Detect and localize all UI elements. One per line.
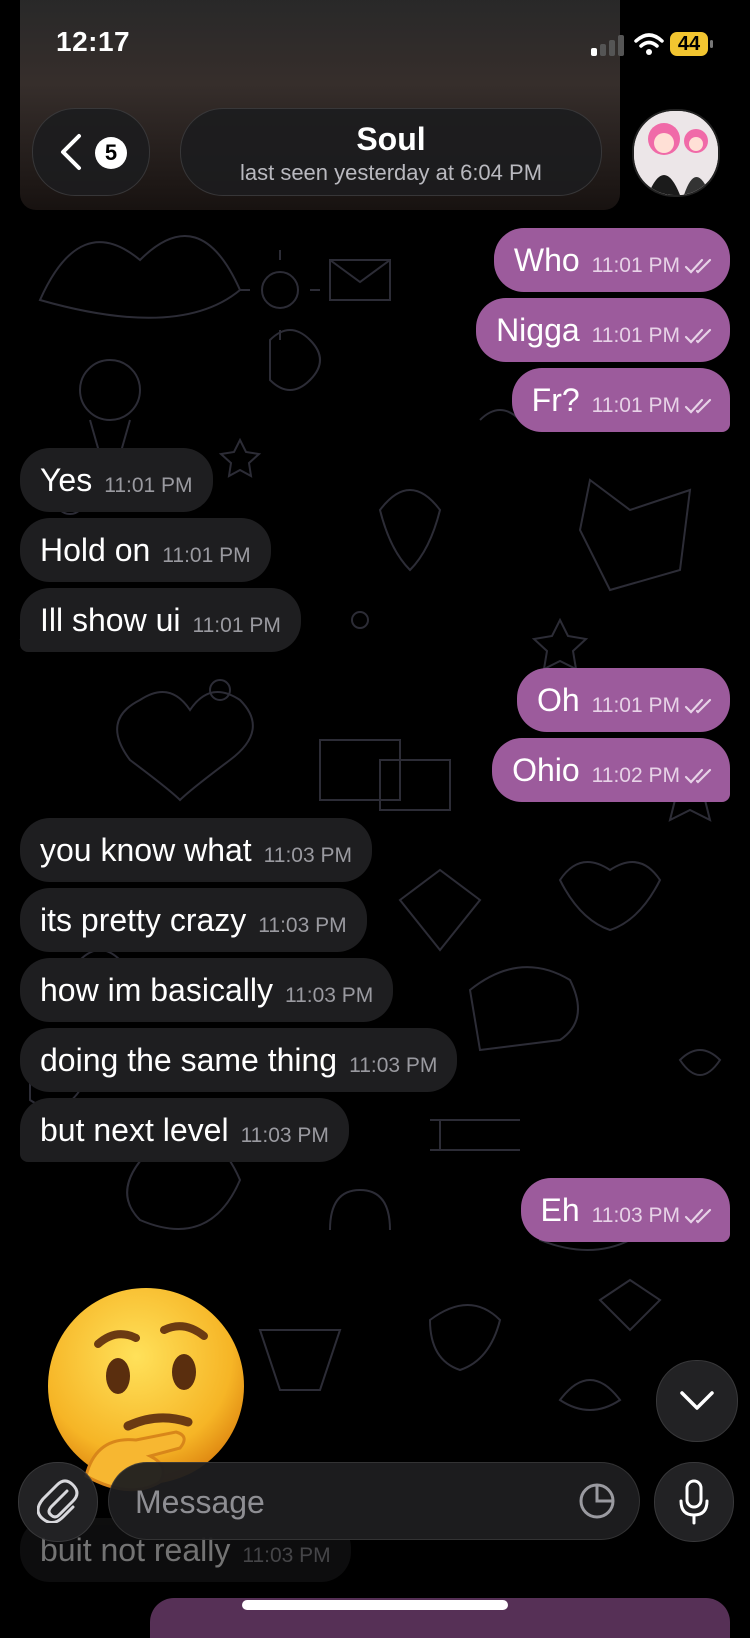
- message-text: doing the same thing: [40, 1041, 338, 1078]
- incoming-message[interactable]: doing the same thing 11:03 PM: [20, 1028, 458, 1092]
- message-meta: 11:01 PM: [592, 394, 714, 418]
- contact-avatar[interactable]: [632, 109, 720, 197]
- message-time: 11:02 PM: [591, 764, 680, 787]
- message-text: Ohio: [512, 751, 580, 788]
- message-time: 11:01 PM: [591, 324, 680, 347]
- message-text: Nigga: [496, 311, 580, 348]
- message-input[interactable]: [133, 1479, 557, 1525]
- message-time: 11:03 PM: [242, 1544, 331, 1567]
- incoming-message[interactable]: Yes 11:01 PM: [20, 448, 213, 512]
- chat-title[interactable]: Soul last seen yesterday at 6:04 PM: [180, 108, 602, 196]
- status-bar: 12:17 44: [0, 0, 750, 90]
- double-check-icon: [684, 698, 712, 714]
- double-check-icon: [684, 1208, 712, 1224]
- message-time: 11:03 PM: [284, 984, 374, 1007]
- outgoing-message[interactable]: Who 11:01 PM: [493, 228, 730, 292]
- message-meta: 11:01 PM: [104, 474, 192, 498]
- sticker-icon: [579, 1483, 615, 1519]
- message-text: you know what: [40, 831, 252, 868]
- message-text: how im basically: [40, 971, 273, 1008]
- message-meta: 11:01 PM: [193, 614, 281, 638]
- message-time: 11:01 PM: [162, 544, 251, 567]
- message-text: Ill show ui: [40, 601, 181, 638]
- message-time: 11:01 PM: [192, 614, 281, 637]
- double-check-icon: [684, 258, 712, 274]
- battery-level: 44: [670, 32, 708, 56]
- message-text: Fr?: [531, 381, 580, 418]
- incoming-message[interactable]: Ill show ui 11:01 PM: [20, 588, 301, 652]
- outgoing-message[interactable]: Oh 11:01 PM: [516, 668, 730, 732]
- message-meta: 11:01 PM: [162, 544, 250, 568]
- outgoing-message[interactable]: Nigga 11:01 PM: [476, 298, 730, 362]
- scroll-to-bottom-button[interactable]: [656, 1360, 738, 1442]
- incoming-message[interactable]: but next level 11:03 PM: [20, 1098, 349, 1162]
- incoming-message[interactable]: its pretty crazy 11:03 PM: [20, 888, 367, 952]
- message-text: Oh: [536, 681, 580, 718]
- paperclip-icon: [37, 1479, 79, 1523]
- battery-icon: 44: [670, 32, 714, 58]
- message-meta: 11:03 PM: [285, 984, 373, 1008]
- double-check-icon: [684, 328, 712, 344]
- message-text: Who: [513, 241, 580, 278]
- message-text: Eh: [540, 1191, 580, 1228]
- message-meta: 11:01 PM: [592, 324, 714, 348]
- unread-count-badge: 5: [95, 137, 127, 169]
- double-check-icon: [684, 398, 712, 414]
- chevron-down-icon: [680, 1391, 714, 1410]
- status-time: 12:17: [56, 26, 131, 57]
- message-time: 11:03 PM: [591, 1204, 680, 1227]
- back-button[interactable]: 5: [32, 108, 150, 196]
- message-meta: 11:01 PM: [592, 694, 714, 718]
- cellular-signal-icon: [591, 34, 625, 56]
- message-meta: 11:03 PM: [264, 844, 352, 868]
- home-indicator[interactable]: [242, 1600, 508, 1610]
- last-seen-status: last seen yesterday at 6:04 PM: [239, 160, 543, 185]
- message-meta: 11:03 PM: [592, 1204, 714, 1228]
- message-meta: 11:01 PM: [592, 254, 714, 278]
- message-meta: 11:03 PM: [349, 1054, 437, 1078]
- message-text: Hold on: [40, 531, 151, 568]
- message-time: 11:03 PM: [349, 1054, 438, 1077]
- attach-button[interactable]: [18, 1462, 98, 1542]
- message-time: 11:01 PM: [591, 254, 680, 277]
- message-time: 11:03 PM: [258, 914, 347, 937]
- message-time: 11:01 PM: [591, 694, 680, 717]
- microphone-button[interactable]: [654, 1462, 734, 1542]
- message-time: 11:01 PM: [104, 474, 193, 497]
- incoming-message[interactable]: Hold on 11:01 PM: [20, 518, 271, 582]
- message-time: 11:03 PM: [263, 844, 352, 867]
- incoming-message[interactable]: how im basically 11:03 PM: [20, 958, 394, 1022]
- message-text: but next level: [40, 1111, 229, 1148]
- outgoing-message[interactable]: Fr? 11:01 PM: [511, 368, 730, 432]
- message-meta: 11:03 PM: [241, 1124, 329, 1148]
- message-text: its pretty crazy: [40, 901, 247, 938]
- chevron-left-icon: [61, 134, 81, 170]
- message-field[interactable]: [108, 1462, 640, 1540]
- message-time: 11:03 PM: [240, 1124, 329, 1147]
- outgoing-message[interactable]: Eh 11:03 PM: [520, 1178, 730, 1242]
- avatar-image: [634, 111, 718, 195]
- incoming-message[interactable]: you know what 11:03 PM: [20, 818, 372, 882]
- wifi-icon: [634, 33, 664, 55]
- microphone-icon: [679, 1479, 709, 1525]
- contact-name: Soul: [356, 121, 426, 157]
- message-meta: 11:02 PM: [592, 764, 714, 788]
- message-meta: 11:03 PM: [258, 914, 346, 938]
- message-meta: 11:03 PM: [242, 1544, 330, 1568]
- outgoing-message[interactable]: Ohio 11:02 PM: [492, 738, 730, 802]
- message-text: Yes: [40, 461, 93, 498]
- message-time: 11:01 PM: [591, 394, 680, 417]
- double-check-icon: [684, 768, 712, 784]
